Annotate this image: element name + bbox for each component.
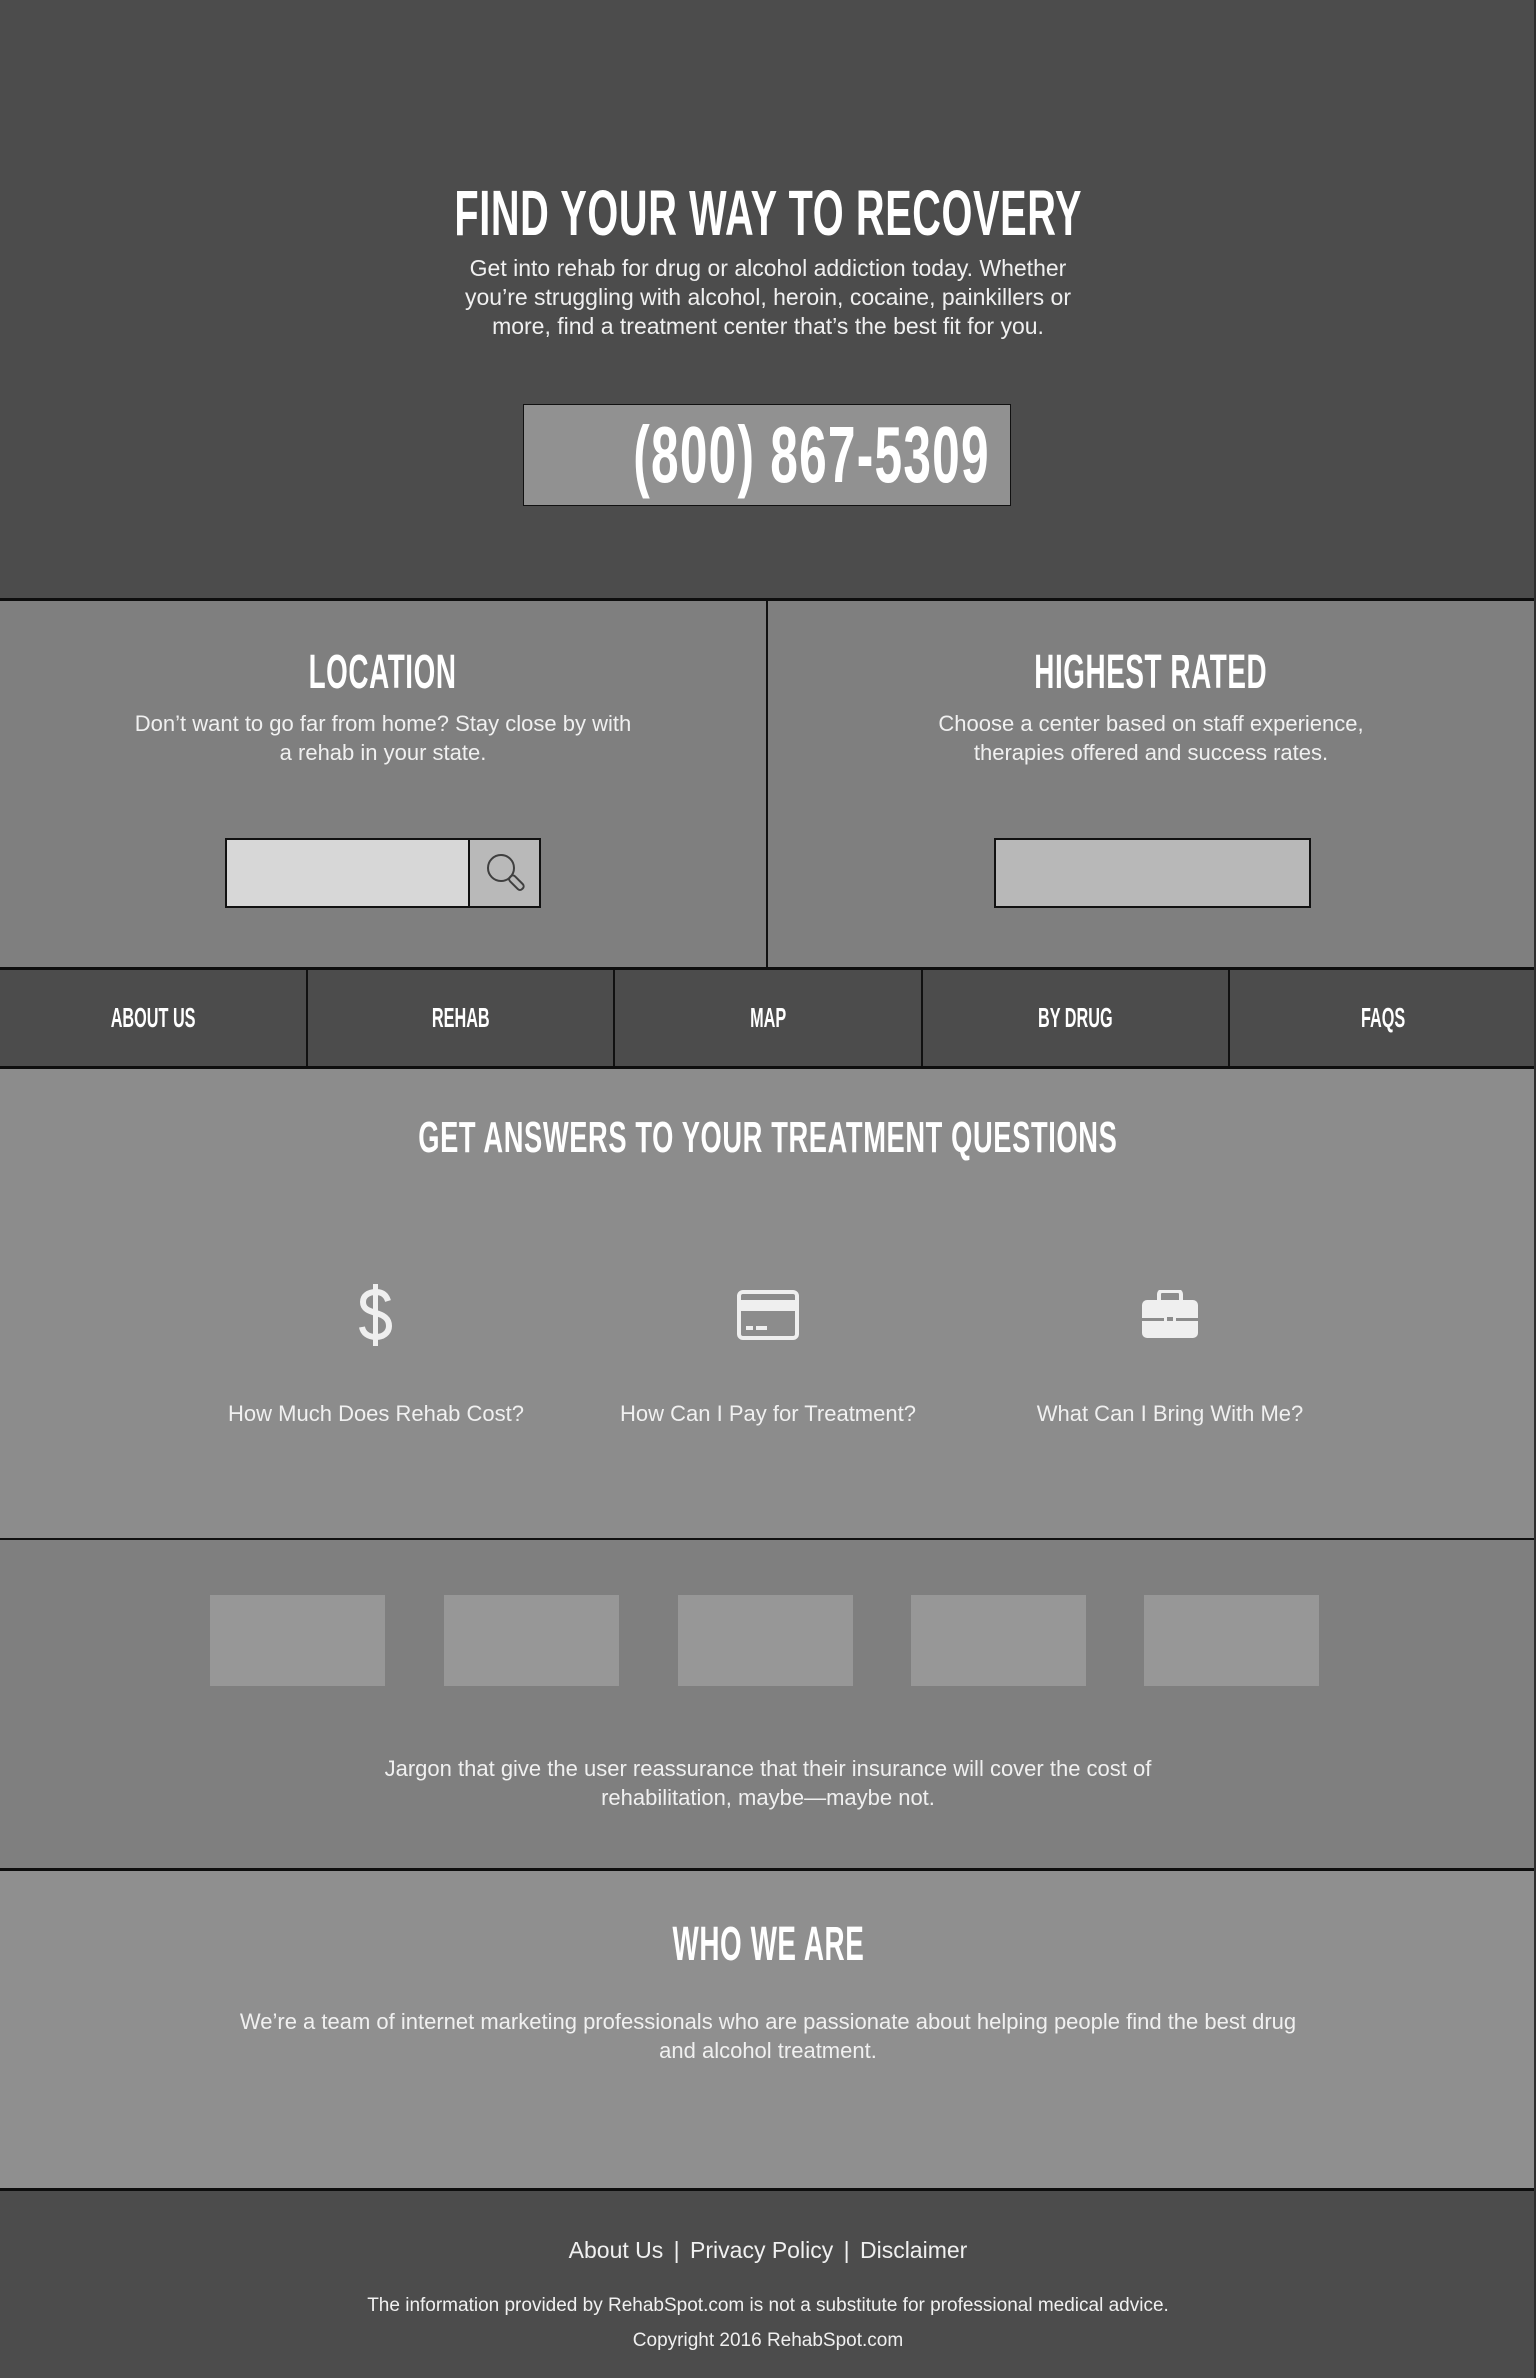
highest-rated-description: Choose a center based on staff experienc…: [938, 711, 1364, 765]
insurance-section: Jargon that give the user reassurance th…: [0, 1538, 1536, 1871]
question-label: How Can I Pay for Treatment?: [620, 1401, 916, 1426]
footer-links: About Us | Privacy Policy | Disclaimer: [0, 2237, 1536, 2264]
hero-title-wrap: FIND YOUR WAY TO RECOVERY: [0, 176, 1536, 250]
credit-card-icon: [618, 1275, 918, 1355]
insurance-logo-placeholder: [210, 1595, 385, 1686]
location-title-wrap: LOCATION: [0, 645, 766, 700]
footer: About Us | Privacy Policy | Disclaimer T…: [0, 2188, 1536, 2378]
who-we-are-title: WHO WE ARE: [672, 1918, 864, 1971]
insurance-logo-placeholder: [1144, 1595, 1319, 1686]
nav-item-label: ABOUT US: [110, 1002, 196, 1033]
finder-panels: LOCATION Don’t want to go far from home?…: [0, 598, 1536, 967]
who-we-are-section: WHO WE ARE We’re a team of internet mark…: [0, 1871, 1536, 2188]
highest-rated-select[interactable]: [994, 838, 1311, 908]
questions-title: GET ANSWERS TO YOUR TREATMENT QUESTIONS: [418, 1113, 1118, 1162]
nav-item-map[interactable]: MAP: [615, 970, 923, 1066]
footer-copyright: Copyright 2016 RehabSpot.com: [632, 2330, 904, 2351]
nav-item-rehab[interactable]: REHAB: [308, 970, 616, 1066]
location-description: Don’t want to go far from home? Stay clo…: [134, 711, 632, 765]
nav-item-faqs[interactable]: FAQS: [1230, 970, 1536, 1066]
insurance-logo-placeholder: [678, 1595, 853, 1686]
briefcase-icon: [1020, 1275, 1320, 1355]
insurance-text: Jargon that give the user reassurance th…: [384, 1756, 1152, 1810]
footer-link-separator: |: [673, 2237, 680, 2263]
nav-item-by-drug[interactable]: BY DRUG: [923, 970, 1231, 1066]
nav-item-label: BY DRUG: [1038, 1002, 1113, 1033]
who-we-are-title-wrap: WHO WE ARE: [0, 1917, 1536, 1972]
highest-rated-title: HIGHEST RATED: [1034, 646, 1268, 699]
hero-section: FIND YOUR WAY TO RECOVERY Get into rehab…: [0, 0, 1536, 598]
location-title: LOCATION: [309, 646, 457, 699]
highest-rated-title-wrap: HIGHEST RATED: [768, 645, 1534, 700]
phone-number: (800) 867-5309: [633, 410, 990, 499]
highest-rated-panel: HIGHEST RATED Choose a center based on s…: [768, 601, 1534, 967]
question-what-to-bring[interactable]: What Can I Bring With Me?: [1020, 1275, 1320, 1428]
main-nav: ABOUT US REHAB MAP BY DRUG FAQS: [0, 967, 1536, 1069]
search-icon: [483, 850, 527, 897]
location-search-input[interactable]: [225, 838, 469, 908]
hero-title: FIND YOUR WAY TO RECOVERY: [454, 177, 1082, 249]
nav-item-about-us[interactable]: ABOUT US: [0, 970, 308, 1066]
location-panel: LOCATION Don’t want to go far from home?…: [0, 601, 766, 967]
questions-section: GET ANSWERS TO YOUR TREATMENT QUESTIONS …: [0, 1069, 1536, 1538]
who-we-are-text: We’re a team of internet marketing profe…: [239, 2009, 1297, 2063]
question-label: What Can I Bring With Me?: [1036, 1401, 1304, 1426]
location-search-button[interactable]: [469, 838, 541, 908]
footer-link-about-us[interactable]: About Us: [569, 2237, 664, 2263]
footer-link-privacy-policy[interactable]: Privacy Policy: [690, 2237, 833, 2263]
questions-title-wrap: GET ANSWERS TO YOUR TREATMENT QUESTIONS: [0, 1113, 1536, 1163]
insurance-logo-placeholder: [911, 1595, 1086, 1686]
nav-item-label: REHAB: [431, 1002, 490, 1033]
phone-call-button[interactable]: (800) 867-5309: [523, 404, 1011, 506]
question-rehab-cost[interactable]: How Much Does Rehab Cost?: [226, 1275, 526, 1428]
question-pay-treatment[interactable]: How Can I Pay for Treatment?: [618, 1275, 918, 1428]
insurance-logo-placeholder: [444, 1595, 619, 1686]
footer-link-separator: |: [843, 2237, 850, 2263]
nav-item-label: MAP: [749, 1002, 787, 1033]
dollar-icon: [226, 1275, 526, 1355]
question-label: How Much Does Rehab Cost?: [228, 1401, 524, 1426]
nav-item-label: FAQS: [1361, 1002, 1406, 1033]
footer-disclaimer: The information provided by RehabSpot.co…: [367, 2295, 1169, 2316]
footer-link-disclaimer[interactable]: Disclaimer: [860, 2237, 967, 2263]
hero-subtitle: Get into rehab for drug or alcohol addic…: [465, 255, 1071, 339]
